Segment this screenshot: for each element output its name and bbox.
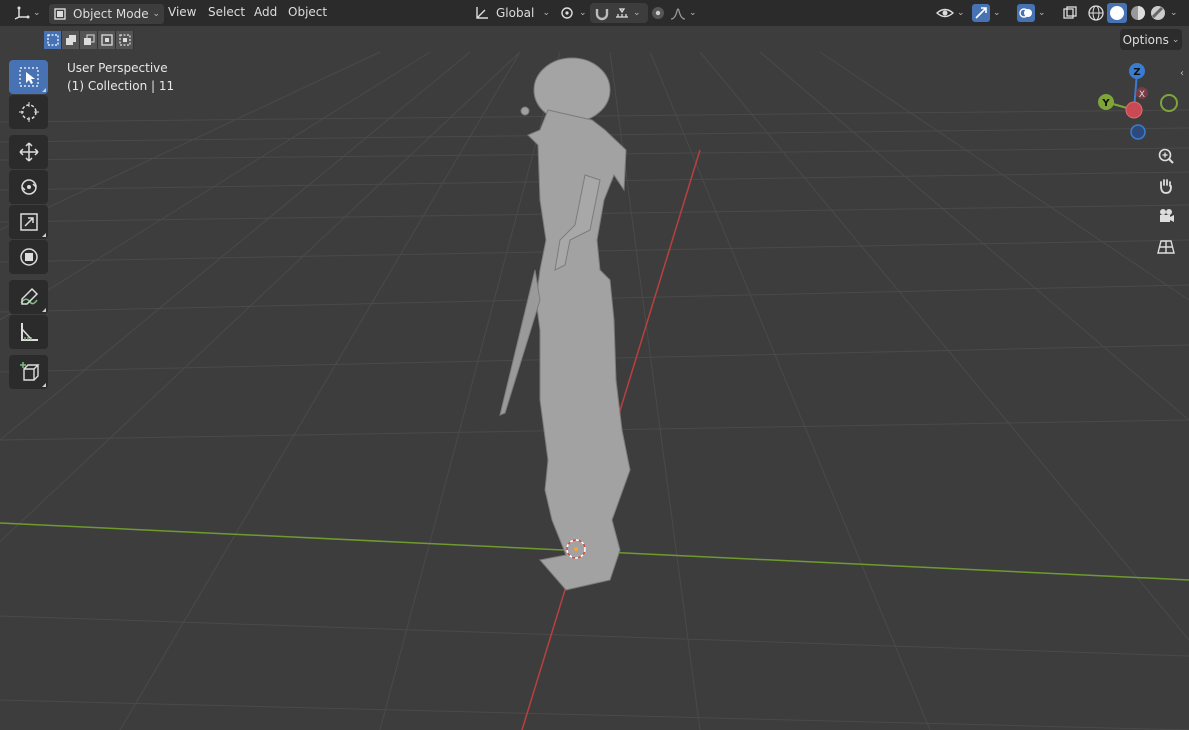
scale-tool[interactable]	[9, 205, 48, 239]
visibility-selector[interactable]: ⌄	[932, 3, 969, 23]
menu-add[interactable]: Add	[254, 5, 277, 19]
eye-icon	[936, 8, 954, 18]
transform-orientation-selector[interactable]: Global ⌄	[470, 3, 554, 23]
measure-tool[interactable]	[9, 315, 48, 349]
cursor-tool[interactable]	[9, 95, 48, 129]
rotate-tool[interactable]	[9, 170, 48, 204]
annotate-tool[interactable]	[9, 280, 48, 314]
measure-ruler-icon	[20, 323, 38, 341]
select-subtract-icon	[83, 34, 94, 45]
select-intersect-icon	[118, 34, 131, 46]
gizmo-toggle[interactable]: ⌄	[968, 3, 1005, 23]
chevron-down-icon: ⌄	[633, 8, 641, 18]
selection-mode-group	[44, 31, 134, 49]
navigation-gizmo[interactable]: Z Y X	[1090, 60, 1185, 145]
move-arrows-icon	[18, 142, 39, 162]
editor-type-selector[interactable]: ⌄	[10, 3, 45, 23]
overlays-icon	[1019, 8, 1032, 18]
options-label: Options	[1122, 32, 1169, 47]
rendered-shading-icon[interactable]	[1149, 4, 1167, 22]
hand-icon	[1160, 179, 1172, 194]
3d-viewport[interactable]: User Perspective (1) Collection | 11 Z Y…	[0, 0, 1189, 730]
neg-y-handle	[1160, 94, 1178, 112]
solid-shading-icon[interactable]	[1109, 5, 1125, 21]
chevron-down-icon: ⌄	[579, 8, 587, 18]
collection-info: (1) Collection | 11	[67, 79, 175, 93]
x-axis-handle	[1125, 101, 1143, 119]
camera-view-button[interactable]	[1153, 203, 1179, 229]
material-shading-icon[interactable]	[1129, 4, 1147, 22]
select-invert-icon	[100, 34, 113, 46]
chevron-down-icon: ⌄	[1171, 34, 1180, 45]
chevron-down-icon: ⌄	[1170, 8, 1178, 18]
chevron-down-icon: ⌄	[33, 8, 41, 18]
shading-modes[interactable]: ⌄	[1083, 3, 1185, 23]
snap-increment-icon	[616, 8, 628, 18]
overlays-toggle[interactable]: ⌄	[1013, 3, 1050, 23]
chevron-down-icon: ⌄	[542, 8, 550, 18]
menu-select[interactable]: Select	[208, 5, 245, 19]
chevron-down-icon: ⌄	[957, 8, 965, 18]
sidebar-toggle-icon[interactable]: ‹	[1180, 68, 1184, 79]
select-extend-icon	[65, 35, 76, 45]
add-cube-tool[interactable]	[9, 355, 48, 389]
chevron-down-icon: ⌄	[689, 8, 697, 18]
magnet-icon	[595, 9, 609, 21]
mode-selector[interactable]: Object Mode ⌄	[48, 3, 165, 25]
add-cube-icon	[19, 362, 40, 381]
select-extend-mode[interactable]	[62, 31, 80, 49]
move-tool[interactable]	[9, 135, 48, 169]
y-label: Y	[1101, 98, 1110, 109]
select-box-tool[interactable]	[9, 60, 48, 94]
xray-toggle[interactable]	[1058, 3, 1082, 23]
select-new-icon	[46, 34, 59, 46]
xray-icon	[1063, 6, 1077, 19]
camera-icon	[1160, 209, 1174, 222]
select-invert-mode[interactable]	[98, 31, 116, 49]
select-new-mode[interactable]	[44, 31, 62, 49]
proportional-editing[interactable]: ⌄	[646, 3, 704, 23]
orientation-label: Global	[496, 6, 535, 20]
z-label: Z	[1133, 67, 1140, 78]
menu-view[interactable]: View	[168, 5, 196, 19]
gizmo-icon	[975, 7, 987, 19]
select-intersect-mode[interactable]	[116, 31, 134, 49]
chevron-down-icon: ⌄	[152, 9, 160, 19]
cursor-select-icon	[18, 67, 39, 87]
projection-toggle-button[interactable]	[1153, 234, 1179, 260]
viewport-header: ⌄ Object Mode ⌄ View Select Add Object G…	[0, 0, 1189, 26]
select-subtract-mode[interactable]	[80, 31, 98, 49]
mode-label: Object Mode	[73, 7, 149, 21]
pivot-point-selector[interactable]: ⌄	[554, 3, 591, 23]
zoom-icon	[1158, 148, 1174, 164]
sculpt-model	[499, 57, 631, 591]
scale-icon	[19, 213, 38, 231]
proportional-edit-icon	[652, 7, 664, 19]
orientation-icon	[476, 7, 488, 19]
chevron-down-icon: ⌄	[1038, 8, 1046, 18]
pan-button[interactable]	[1153, 173, 1179, 199]
falloff-curve-icon	[670, 8, 686, 20]
neg-z-handle	[1130, 124, 1146, 140]
transform-tool[interactable]	[9, 240, 48, 274]
transform-icon	[19, 248, 38, 266]
axis-editor-icon	[14, 6, 30, 20]
menu-object[interactable]: Object	[288, 5, 327, 19]
annotate-pen-icon	[19, 287, 38, 305]
chevron-down-icon: ⌄	[993, 8, 1001, 18]
pivot-icon	[561, 7, 573, 19]
wireframe-shading-icon[interactable]	[1087, 4, 1105, 22]
snap-toggle[interactable]: ⌄	[590, 3, 648, 23]
x-label: X	[1139, 90, 1145, 100]
perspective-grid-icon	[1157, 240, 1175, 254]
rotate-icon	[20, 179, 37, 195]
viewport-grid	[0, 51, 1189, 730]
view-name: User Perspective	[67, 61, 168, 75]
3d-cursor-icon	[18, 102, 39, 122]
zoom-button[interactable]	[1153, 143, 1179, 169]
object-mode-icon	[54, 8, 66, 20]
options-dropdown[interactable]: Options ⌄	[1120, 29, 1182, 50]
